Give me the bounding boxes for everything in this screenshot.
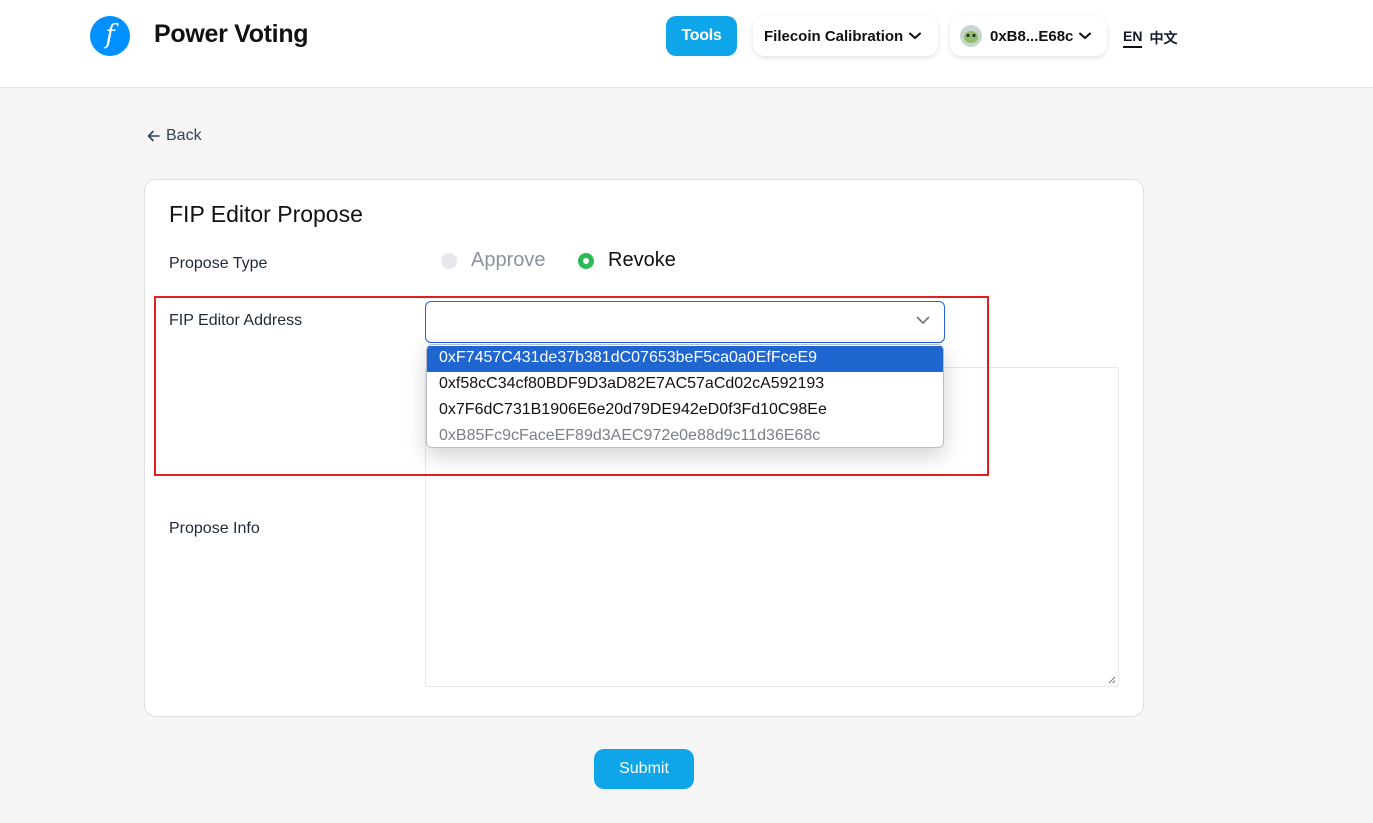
language-switcher: EN 中文: [1123, 28, 1177, 48]
propose-type-label: Propose Type: [169, 255, 268, 272]
radio-unchecked-icon: [441, 252, 457, 269]
radio-approve[interactable]: Approve: [441, 249, 546, 272]
editor-address-label: FIP Editor Address: [169, 312, 303, 329]
address-option[interactable]: 0xF7457C431de37b381dC07653beF5ca0a0EfFce…: [427, 346, 943, 372]
brand-title[interactable]: Power Voting: [154, 20, 309, 49]
propose-info-label: Propose Info: [169, 520, 260, 537]
radio-approve-label: Approve: [471, 249, 546, 271]
select-caret-icon: [916, 316, 930, 325]
logo-glyph: f: [105, 20, 115, 50]
submit-button[interactable]: Submit: [594, 749, 694, 789]
editor-address-dropdown: 0xF7457C431de37b381dC07653beF5ca0a0EfFce…: [426, 344, 944, 448]
address-option[interactable]: 0x7F6dC731B1906E6e20d79DE942eD0f3Fd10C98…: [427, 398, 943, 424]
network-selector[interactable]: Filecoin Calibration: [753, 16, 938, 56]
account-button[interactable]: 0xB8...E68c: [950, 16, 1107, 56]
avatar-icon: [960, 25, 982, 47]
address-option[interactable]: 0xf58cC34cf80BDF9D3aD82E7AC57aCd02cA5921…: [427, 372, 943, 398]
back-label: Back: [166, 127, 202, 144]
arrow-left-icon: [147, 130, 160, 142]
network-label: Filecoin Calibration: [764, 27, 904, 45]
tools-button[interactable]: Tools: [666, 16, 737, 56]
address-option[interactable]: 0xB85Fc9cFaceEF89d3AEC972e0e88d9c11d36E6…: [427, 424, 943, 447]
form-title: FIP Editor Propose: [169, 201, 363, 227]
radio-revoke-label: Revoke: [608, 249, 676, 271]
resize-grip-icon[interactable]: [1108, 676, 1116, 684]
editor-address-select[interactable]: [425, 301, 945, 343]
lang-zh-option[interactable]: 中文: [1149, 28, 1177, 48]
lang-en-option[interactable]: EN: [1123, 28, 1143, 48]
radio-checked-icon: [578, 252, 594, 269]
filecoin-logo-icon[interactable]: f: [90, 16, 130, 56]
chevron-down-icon: [909, 32, 922, 40]
chevron-down-icon: [1079, 32, 1092, 40]
back-link[interactable]: Back: [147, 127, 202, 145]
account-label: 0xB8...E68c: [990, 27, 1074, 45]
top-bar: f Power Voting Tools Filecoin Calibratio…: [0, 0, 1373, 88]
radio-revoke[interactable]: Revoke: [578, 249, 676, 272]
